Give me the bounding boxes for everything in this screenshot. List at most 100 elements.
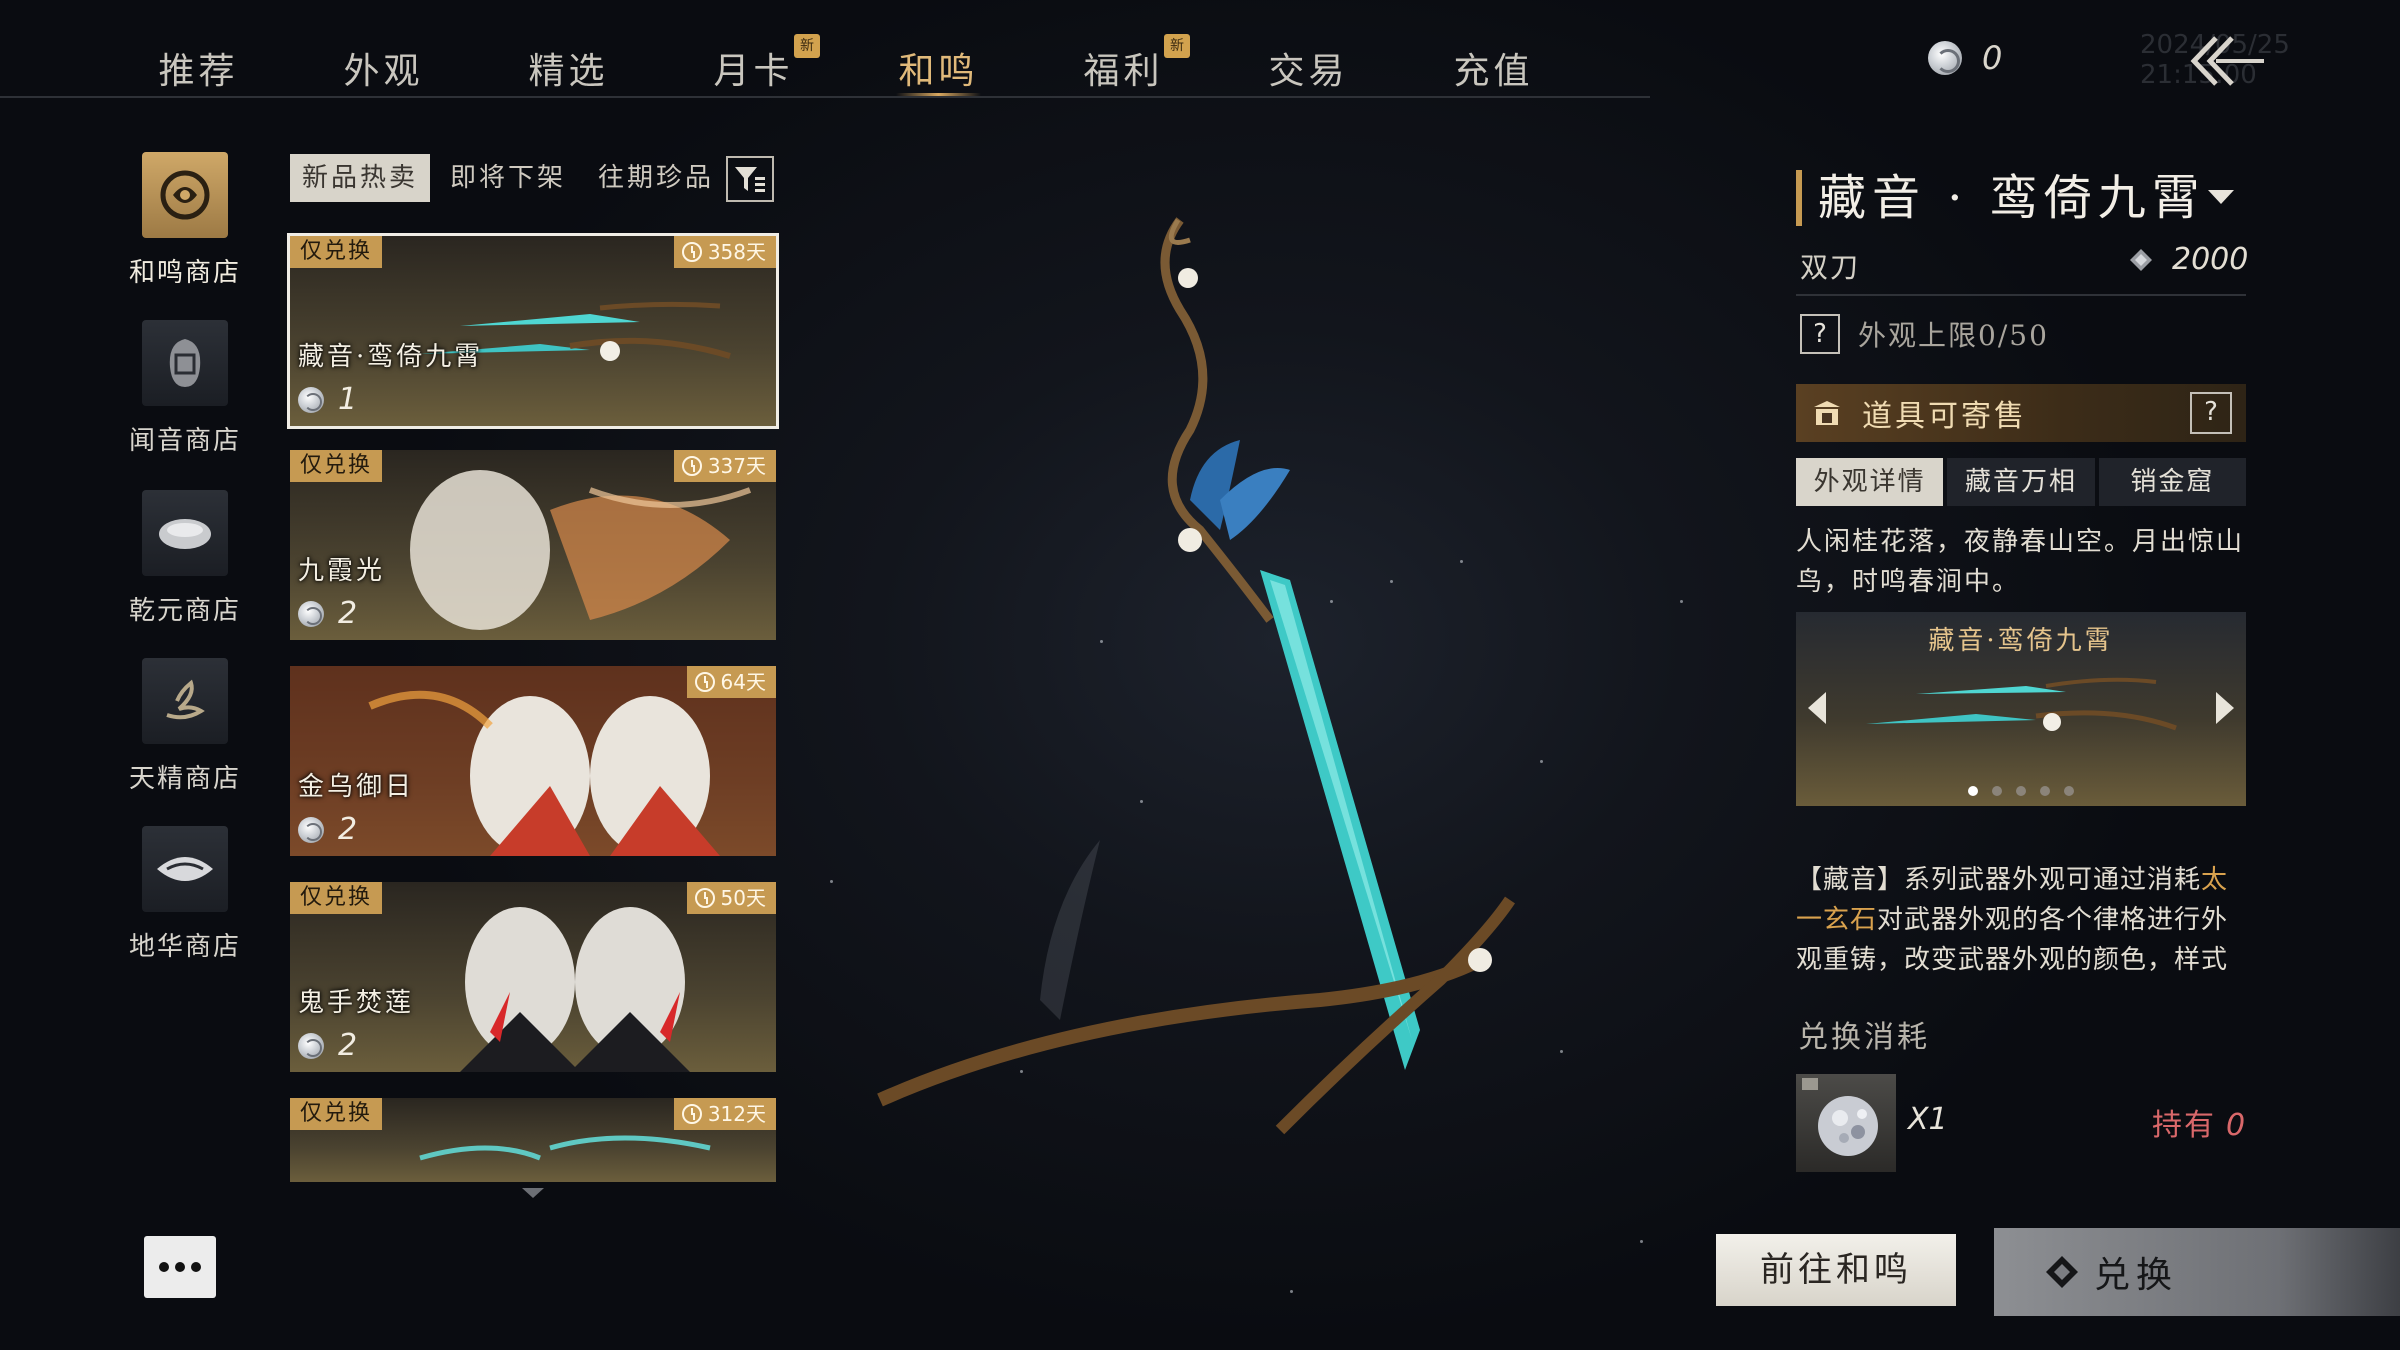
remaining-days: 337天 — [707, 454, 766, 478]
item-card[interactable]: 仅兑换 50天 鬼手焚莲 2 — [290, 882, 776, 1072]
new-badge: 新 — [1164, 34, 1190, 58]
tab-label: 推荐 — [158, 51, 239, 92]
subtab-new-hot[interactable]: 新品热卖 — [290, 154, 431, 202]
pagination-dot[interactable] — [1968, 786, 1978, 796]
appearance-limit: 外观上限0/50 — [1858, 319, 2049, 352]
clock-icon — [681, 456, 702, 476]
tab-xiaojinku[interactable]: 销金窟 — [2098, 458, 2246, 506]
remaining-days: 64天 — [720, 670, 766, 694]
carousel-prev-icon[interactable] — [1808, 692, 1826, 724]
qianyuan-shop-icon — [142, 490, 228, 576]
remaining-days-badge: 64天 — [686, 666, 776, 698]
item-card[interactable]: 仅兑换 337天 九霞光 2 — [290, 450, 776, 640]
detail-title-bar: 藏音 · 鸾倚九霄 — [1796, 166, 2246, 230]
dropdown-arrow-icon[interactable] — [2208, 190, 2234, 204]
hemin-coin-icon — [298, 600, 324, 627]
shop-label: 天精商店 — [128, 764, 241, 794]
owned-value: 0 — [2226, 1108, 2248, 1143]
hemin-shop-icon — [142, 152, 228, 238]
tab-recharge[interactable]: 充值 — [1401, 22, 1586, 92]
remaining-days: 312天 — [707, 1102, 766, 1126]
tab-appearance[interactable]: 外观 — [291, 22, 476, 92]
back-button[interactable] — [2186, 30, 2266, 92]
chevron-down-icon[interactable] — [520, 1186, 546, 1200]
shop-dihua[interactable]: 地华商店 — [110, 826, 260, 986]
tianjing-shop-icon — [142, 658, 228, 744]
help-icon[interactable]: ? — [2190, 392, 2232, 434]
currency-display: 0 — [1928, 36, 2002, 80]
shop-wenyin[interactable]: 闻音商店 — [110, 320, 260, 480]
filter-button[interactable] — [726, 156, 774, 202]
pagination-dot[interactable] — [2064, 786, 2074, 796]
price-value: 2 — [338, 1028, 358, 1063]
pagination-dot[interactable] — [2016, 786, 2026, 796]
weapon-model-preview[interactable] — [860, 200, 1560, 1160]
tab-hemin[interactable]: 和鸣 — [846, 22, 1031, 96]
clock-icon — [694, 672, 715, 692]
dot-icon — [159, 1262, 169, 1272]
filter-icon — [735, 167, 765, 192]
shop-qianyuan[interactable]: 乾元商店 — [110, 490, 260, 650]
owned-count: 持有 0 — [2152, 1100, 2247, 1144]
tab-monthly-card[interactable]: 月卡 新 — [661, 22, 846, 92]
clock-icon — [681, 1104, 702, 1124]
shop-stall-icon — [1814, 401, 1840, 425]
hemin-coin-icon — [1928, 41, 1962, 75]
exchange-button[interactable]: 兑换 — [1994, 1228, 2400, 1316]
hemin-coin-icon — [298, 1032, 324, 1059]
help-icon[interactable]: ? — [1800, 314, 1840, 354]
shop-hemin[interactable]: 和鸣商店 — [110, 152, 260, 312]
shop-label: 乾元商店 — [128, 596, 241, 626]
item-price: 1 — [298, 382, 357, 417]
tradeable-banner: 道具可寄售 ? — [1796, 384, 2246, 442]
top-navigation: 推荐 外观 精选 月卡 新 和鸣 福利 新 交易 充值 — [0, 0, 1650, 98]
carousel-pagination — [1796, 786, 2246, 796]
more-options-button[interactable] — [144, 1236, 216, 1298]
subtab-leaving-soon[interactable]: 即将下架 — [438, 154, 578, 202]
pagination-dot[interactable] — [2040, 786, 2050, 796]
preview-title: 藏音·鸾倚九霄 — [1928, 626, 2114, 656]
tab-welfare[interactable]: 福利 新 — [1031, 22, 1216, 92]
diamond-currency-icon — [2130, 248, 2152, 271]
item-card[interactable]: 仅兑换 358天 藏音·鸾倚九霄 1 — [287, 233, 779, 429]
shop-label: 地华商店 — [128, 932, 241, 962]
price-value: 2 — [338, 812, 358, 847]
tab-label: 交易 — [1268, 51, 1349, 92]
tab-zangyin-variants[interactable]: 藏音万相 — [1947, 458, 2095, 506]
subtab-past-treasures[interactable]: 往期珍品 — [586, 154, 726, 202]
new-badge: 新 — [794, 34, 820, 58]
exchange-only-tag: 仅兑换 — [290, 236, 383, 268]
sub-tab-bar: 新品热卖 即将下架 往期珍品 — [290, 154, 726, 202]
detail-tab-bar: 外观详情 藏音万相 销金窟 — [1796, 458, 2246, 506]
dot-icon — [175, 1262, 185, 1272]
shop-label: 和鸣商店 — [128, 258, 241, 288]
title-accent — [1796, 170, 1802, 226]
carousel-next-icon[interactable] — [2216, 692, 2234, 724]
item-card[interactable]: 仅兑换 312天 — [290, 1098, 776, 1182]
dihua-shop-icon — [142, 826, 228, 912]
exchange-label: 兑换 — [2094, 1255, 2179, 1296]
divider — [1796, 294, 2246, 296]
double-chevron-left-icon — [2190, 36, 2264, 86]
exchange-only-tag: 仅兑换 — [290, 882, 383, 914]
goto-hemin-button[interactable]: 前往和鸣 — [1716, 1234, 1956, 1306]
flavor-text: 人闲桂花落，夜静春山空。月出惊山鸟，时鸣春涧中。 — [1796, 527, 2245, 597]
weapon-type: 双刀 — [1800, 251, 1861, 284]
tab-appearance-details[interactable]: 外观详情 — [1796, 458, 1944, 506]
tab-trade[interactable]: 交易 — [1216, 22, 1401, 92]
taiyi-stone-icon — [1796, 1074, 1896, 1172]
remaining-days: 50天 — [720, 886, 766, 910]
tab-featured[interactable]: 精选 — [476, 22, 661, 92]
tab-recommend[interactable]: 推荐 — [106, 22, 291, 92]
item-price: 2 — [298, 1028, 357, 1063]
shop-tianjing[interactable]: 天精商店 — [110, 658, 260, 818]
remaining-days-badge: 50天 — [686, 882, 776, 914]
remaining-days-badge: 337天 — [673, 450, 776, 482]
wenyin-shop-icon — [142, 320, 228, 406]
pagination-dot[interactable] — [1992, 786, 2002, 796]
item-name: 九霞光 — [298, 556, 386, 586]
item-card[interactable]: 64天 金乌御日 2 — [290, 666, 776, 856]
dot-icon — [191, 1262, 201, 1272]
item-name: 藏音·鸾倚九霄 — [298, 342, 484, 372]
hemin-coin-icon — [298, 386, 324, 413]
